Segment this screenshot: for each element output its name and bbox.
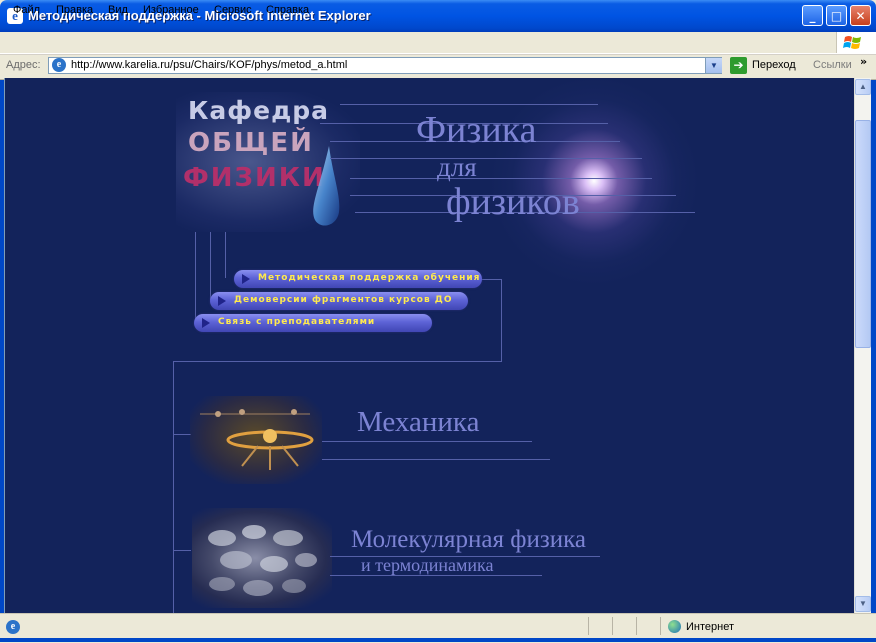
menu-view[interactable]: Вид bbox=[108, 4, 128, 16]
connector-line bbox=[480, 279, 502, 280]
play-arrow-icon bbox=[218, 296, 226, 306]
decor-line bbox=[330, 158, 642, 159]
go-button[interactable]: Переход bbox=[752, 59, 796, 71]
orrery-illustration bbox=[200, 409, 314, 470]
go-arrow-icon[interactable]: ➔ bbox=[730, 57, 747, 74]
menu-help[interactable]: Справка bbox=[266, 4, 309, 16]
decor-line bbox=[330, 556, 600, 557]
menu-favorites[interactable]: Избранное bbox=[143, 4, 199, 16]
menu-file[interactable]: Файл bbox=[13, 4, 40, 16]
molecular-physics-image[interactable] bbox=[192, 508, 332, 608]
window-border-right bbox=[871, 32, 876, 642]
menu-tools[interactable]: Сервис bbox=[214, 4, 252, 16]
connector-line bbox=[173, 550, 191, 551]
play-arrow-icon bbox=[242, 274, 250, 284]
internet-globe-icon bbox=[668, 620, 681, 633]
decor-line bbox=[330, 575, 542, 576]
decor-line bbox=[350, 178, 652, 179]
scroll-thumb[interactable] bbox=[855, 120, 871, 348]
status-page-icon: e bbox=[6, 620, 20, 634]
status-divider bbox=[612, 617, 613, 635]
scroll-up-button[interactable]: ▲ bbox=[855, 79, 871, 95]
status-zone-label: Интернет bbox=[686, 621, 734, 633]
connector-line bbox=[173, 361, 502, 362]
status-divider bbox=[588, 617, 589, 635]
address-url[interactable]: http://www.karelia.ru/psu/Chairs/KOF/phy… bbox=[71, 59, 347, 71]
heading-for: для bbox=[437, 152, 477, 182]
close-button[interactable]: ✕ bbox=[850, 5, 871, 26]
connector-line bbox=[195, 232, 196, 322]
status-divider bbox=[636, 617, 637, 635]
logo-line-physics: ФИЗИКИ bbox=[183, 163, 326, 193]
minimize-button[interactable]: _ bbox=[802, 5, 823, 26]
logo-line-chair: Кафедра bbox=[188, 96, 330, 125]
links-button[interactable]: Ссылки bbox=[813, 59, 852, 71]
window-border-bottom bbox=[0, 638, 876, 642]
maximize-button[interactable]: □ bbox=[826, 5, 847, 26]
connector-line bbox=[173, 361, 174, 613]
scroll-down-button[interactable]: ▼ bbox=[855, 596, 871, 612]
connector-line bbox=[210, 232, 211, 300]
connector-line bbox=[501, 279, 502, 361]
decor-line bbox=[340, 104, 598, 105]
decor-line bbox=[322, 459, 550, 460]
connector-line bbox=[173, 434, 191, 435]
droplets-illustration bbox=[208, 525, 317, 596]
menu-bar bbox=[0, 32, 876, 54]
play-arrow-icon bbox=[202, 318, 210, 328]
heading-physics: Физика bbox=[416, 109, 537, 151]
section-molecular-title[interactable]: Молекулярная физика bbox=[351, 526, 586, 554]
nav-button-contact-teachers[interactable]: Связь с преподавателями bbox=[194, 314, 432, 332]
page-icon: e bbox=[52, 58, 66, 72]
windows-flag-icon bbox=[843, 36, 861, 49]
nav-button-methodical-support[interactable]: Методическая поддержка обучения bbox=[234, 270, 482, 288]
mechanics-image[interactable] bbox=[190, 396, 322, 484]
nav-button-course-demos[interactable]: Демоверсии фрагментов курсов ДО bbox=[210, 292, 468, 310]
menu-edit[interactable]: Правка bbox=[56, 4, 93, 16]
chevron-right-icon[interactable]: » bbox=[860, 55, 867, 68]
heading-physicists: физиков bbox=[446, 181, 580, 223]
address-label: Адрес: bbox=[6, 59, 41, 71]
decor-line bbox=[322, 441, 532, 442]
address-dropdown-icon[interactable]: ▼ bbox=[705, 58, 722, 73]
section-molecular-subtitle[interactable]: и термодинамика bbox=[361, 555, 494, 576]
logo-line-general: ОБЩЕЙ bbox=[188, 128, 314, 158]
status-divider bbox=[660, 617, 661, 635]
connector-line bbox=[225, 232, 226, 278]
section-mechanics-title[interactable]: Механика bbox=[357, 406, 479, 439]
